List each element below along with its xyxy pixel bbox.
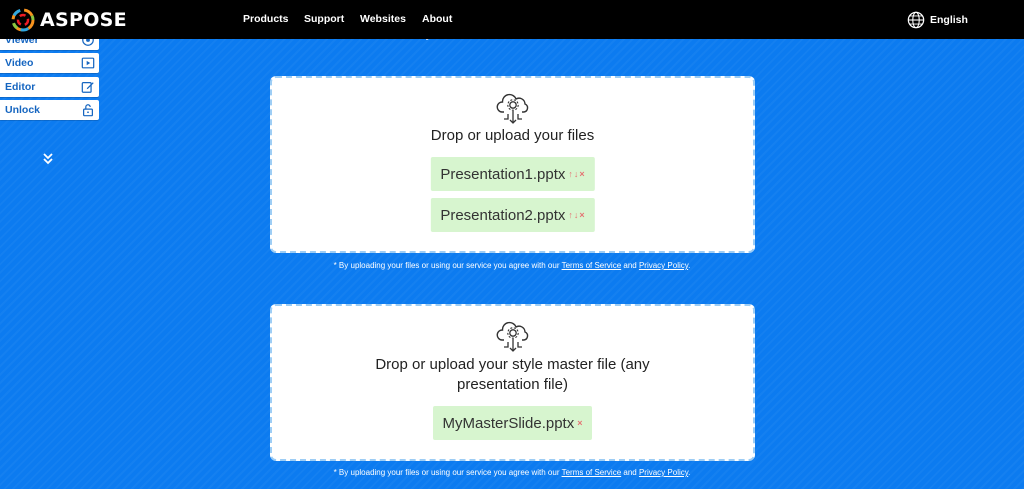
side-item-label: Video <box>5 57 34 69</box>
remove-icon[interactable]: × <box>577 418 582 428</box>
consent-prefix: * By uploading your files or using our s… <box>333 261 562 270</box>
double-chevron-down-icon[interactable] <box>43 153 53 167</box>
move-down-icon[interactable]: ↓ <box>574 169 579 179</box>
nav-websites[interactable]: Websites <box>360 13 406 25</box>
logo-text: ASPOSE <box>40 9 127 31</box>
move-up-icon[interactable]: ↑ <box>568 210 573 220</box>
move-down-icon[interactable]: ↓ <box>574 210 579 220</box>
side-item-unlock[interactable]: Unlock <box>0 100 99 120</box>
consent-suffix: . <box>688 468 691 477</box>
privacy-policy-link[interactable]: Privacy Policy <box>639 468 688 477</box>
file-name: MyMasterSlide.pptx <box>442 414 575 432</box>
remove-icon[interactable]: × <box>579 210 584 220</box>
edit-icon <box>81 82 94 93</box>
dropzone-title: Drop or upload your files <box>430 127 595 144</box>
file-item: Presentation2.pptx ↑ ↓ × <box>430 198 595 232</box>
side-item-video[interactable]: Video <box>0 53 99 73</box>
consent-suffix: . <box>688 261 691 270</box>
nav-support[interactable]: Support <box>304 13 344 25</box>
terms-of-service-link[interactable]: Terms of Service <box>562 261 622 270</box>
file-name: Presentation2.pptx <box>440 206 566 224</box>
style-master-dropzone[interactable]: Drop or upload your style master file (a… <box>270 304 755 461</box>
consent-and: and <box>621 261 639 270</box>
nav-products[interactable]: Products <box>243 13 289 25</box>
terms-of-service-link[interactable]: Terms of Service <box>562 468 622 477</box>
aspose-logo-icon <box>11 8 35 32</box>
cloud-upload-icon <box>496 93 528 124</box>
file-item: Presentation1.pptx ↑ ↓ × <box>430 157 595 191</box>
consent-prefix: * By uploading your files or using our s… <box>333 468 562 477</box>
globe-icon <box>907 11 925 29</box>
side-item-label: Editor <box>5 81 36 93</box>
aspose-logo[interactable]: ASPOSE <box>11 8 127 32</box>
cloud-upload-icon <box>496 321 528 352</box>
remove-icon[interactable]: × <box>579 169 584 179</box>
file-name: Presentation1.pptx <box>440 165 566 183</box>
nav-about[interactable]: About <box>422 13 452 25</box>
consent-text-2: * By uploading your files or using our s… <box>0 468 1024 477</box>
language-selector[interactable]: English <box>907 11 968 29</box>
side-item-editor[interactable]: Editor <box>0 77 99 97</box>
file-item: MyMasterSlide.pptx × <box>432 406 593 440</box>
language-label: English <box>930 14 968 26</box>
video-icon <box>81 57 95 69</box>
dropzone-title-line2: presentation file) <box>457 376 568 393</box>
dropzone-title-line1: Drop or upload your style master file (a… <box>375 356 650 373</box>
unlock-icon <box>83 104 93 117</box>
file-upload-dropzone[interactable]: Drop or upload your files Presentation1.… <box>270 76 755 253</box>
side-item-label: Unlock <box>5 104 41 116</box>
top-navbar: ASPOSE Products Support Websites About E… <box>0 0 1024 39</box>
privacy-policy-link[interactable]: Privacy Policy <box>639 261 688 270</box>
consent-and: and <box>621 468 639 477</box>
consent-text: * By uploading your files or using our s… <box>0 261 1024 270</box>
move-up-icon[interactable]: ↑ <box>568 169 573 179</box>
